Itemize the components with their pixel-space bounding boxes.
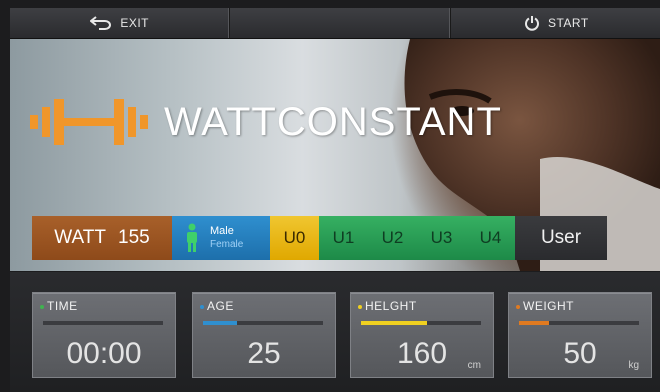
age-card[interactable]: AGE 25 bbox=[192, 292, 336, 378]
time-label: TIME bbox=[47, 299, 78, 313]
start-label: START bbox=[547, 16, 589, 30]
user-slot-u0[interactable]: U0 bbox=[270, 216, 319, 260]
dumbbell-icon bbox=[30, 99, 148, 145]
time-value: 00:00 bbox=[66, 337, 142, 370]
person-icon bbox=[187, 223, 197, 252]
power-icon bbox=[524, 16, 539, 31]
age-dot bbox=[200, 305, 204, 309]
profile-strip: WATT 155 Male Female U0 U1 U2 U3 U4 User bbox=[32, 216, 607, 260]
age-level-fill bbox=[203, 321, 237, 325]
weight-card[interactable]: WEIGHT 50 kg bbox=[508, 292, 652, 378]
age-track bbox=[203, 321, 323, 325]
top-bar-empty-slot bbox=[230, 8, 451, 38]
time-track bbox=[43, 321, 163, 325]
exit-button[interactable]: EXIT bbox=[10, 8, 231, 38]
start-button[interactable]: START bbox=[451, 8, 660, 38]
height-unit: cm bbox=[467, 360, 481, 371]
brand-row: WATTCONSTANT bbox=[30, 97, 502, 147]
user-slot-u3[interactable]: U3 bbox=[417, 216, 466, 260]
age-label: AGE bbox=[207, 299, 234, 313]
watt-value: 155 bbox=[118, 227, 150, 248]
height-dot bbox=[358, 305, 362, 309]
user-slot-u1[interactable]: U1 bbox=[319, 216, 368, 260]
exit-label: EXIT bbox=[120, 16, 149, 30]
height-card[interactable]: HELGHT 160 cm bbox=[350, 292, 494, 378]
time-dot bbox=[40, 305, 44, 309]
gender-toggle[interactable]: Male Female bbox=[172, 216, 270, 260]
height-track bbox=[361, 321, 481, 325]
return-arrow-icon bbox=[90, 16, 112, 30]
hero-banner: WATTCONSTANT WATT 155 Male Female U0 U1 … bbox=[10, 39, 660, 271]
user-slot-u2[interactable]: U2 bbox=[368, 216, 417, 260]
weight-unit: kg bbox=[628, 360, 639, 371]
weight-level-fill bbox=[519, 321, 549, 325]
top-bar: EXIT START bbox=[10, 8, 660, 39]
watt-label: WATT bbox=[54, 227, 106, 248]
settings-panel: TIME 00:00 AGE 25 HELGHT 160 cm WEIGHT 5… bbox=[10, 272, 660, 392]
watt-setting[interactable]: WATT 155 bbox=[32, 216, 172, 260]
user-slot-u4[interactable]: U4 bbox=[466, 216, 515, 260]
height-level-fill bbox=[361, 321, 427, 325]
height-label: HELGHT bbox=[365, 299, 417, 313]
program-title: WATTCONSTANT bbox=[164, 99, 502, 144]
weight-label: WEIGHT bbox=[523, 299, 574, 313]
gender-female-label: Female bbox=[210, 239, 244, 250]
user-button[interactable]: User bbox=[515, 216, 607, 260]
weight-dot bbox=[516, 305, 520, 309]
gender-male-label: Male bbox=[210, 225, 234, 237]
time-card[interactable]: TIME 00:00 bbox=[32, 292, 176, 378]
weight-track bbox=[519, 321, 639, 325]
age-value: 25 bbox=[247, 337, 281, 370]
